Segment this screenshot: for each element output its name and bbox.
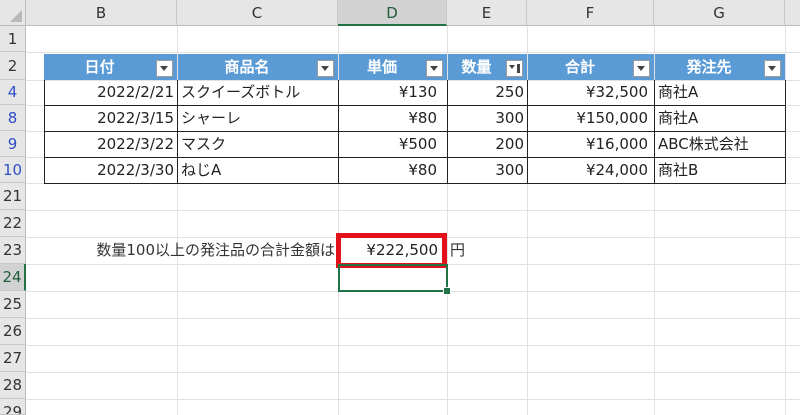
column-header-c[interactable]: C [177,0,338,26]
dropdown-arrow-icon [509,65,515,69]
cell-total[interactable]: ¥16,000 [528,131,654,157]
filter-dropdown-button[interactable] [764,60,781,77]
table-header-label: 商品名 [224,58,270,76]
table-header-product[interactable]: 商品名 [178,54,338,80]
cell-unit-price[interactable]: ¥130 [339,80,447,105]
table-header-total[interactable]: 合計 [528,54,654,80]
table-header-label: 日付 [84,58,115,76]
cell-supplier[interactable]: 商社A [655,80,785,105]
cell-unit-price[interactable]: ¥500 [339,131,447,157]
cell-supplier[interactable]: 商社A [655,105,785,131]
select-all-triangle-icon [10,10,22,22]
table-header-label: 発注先 [686,58,732,76]
filter-dropdown-button[interactable] [426,60,443,77]
gridline [26,52,800,53]
column-header-b[interactable]: B [26,0,177,26]
cell-total[interactable]: ¥150,000 [528,105,654,131]
table-header-unit-price[interactable]: 単価 [339,54,447,80]
cell-supplier[interactable]: 商社B [655,157,785,183]
filter-dropdown-button[interactable] [156,60,173,77]
row-header-filtered[interactable]: 10 [0,157,26,183]
active-cell-selection[interactable] [338,264,448,292]
row-header-filtered[interactable]: 9 [0,131,26,157]
row-header-filtered[interactable]: 4 [0,80,26,105]
dropdown-arrow-icon [160,66,168,71]
cell-product[interactable]: スクイーズボトル [178,80,338,105]
row-header[interactable]: 27 [0,345,26,372]
row-header[interactable]: 22 [0,210,26,237]
cell-product[interactable]: マスク [178,131,338,157]
row-header-filtered[interactable]: 8 [0,105,26,131]
dropdown-arrow-icon [637,66,645,71]
table-header-label: 数量 [461,58,492,76]
row-header-active[interactable]: 24 [0,264,26,291]
cell-total[interactable]: ¥32,500 [528,80,654,105]
summary-unit[interactable]: 円 [450,237,480,264]
table-header-date[interactable]: 日付 [44,54,177,80]
cell-quantity[interactable]: 300 [448,105,527,131]
cell-date[interactable]: 2022/3/30 [44,157,177,183]
summary-label[interactable]: 数量100以上の発注品の合計金額は [44,237,338,264]
select-all-corner[interactable] [0,0,26,26]
cell-date[interactable]: 2022/3/15 [44,105,177,131]
cell-unit-price[interactable]: ¥80 [339,105,447,131]
table-header-supplier[interactable]: 発注先 [655,54,785,80]
row-header[interactable]: 2 [0,52,26,80]
row-header[interactable]: 23 [0,237,26,264]
table-header-label: 単価 [366,58,397,76]
row-header[interactable]: 21 [0,183,26,210]
column-header-f[interactable]: F [527,0,654,26]
gridline [26,210,800,211]
row-header[interactable]: 26 [0,318,26,345]
cell-unit-price[interactable]: ¥80 [339,157,447,183]
row-header[interactable]: 29 [0,399,26,415]
spreadsheet-grid[interactable]: B C D E F G 1 2 4 8 9 10 21 22 23 24 25 … [0,0,800,415]
filter-dropdown-button[interactable] [317,60,334,77]
row-header[interactable]: 28 [0,372,26,399]
row-header[interactable]: 1 [0,26,26,52]
cell-product[interactable]: ねじA [178,157,338,183]
cell-total[interactable]: ¥24,000 [528,157,654,183]
cell-quantity[interactable]: 300 [448,157,527,183]
gridline [26,345,800,346]
column-header-d[interactable]: D [338,0,447,26]
active-filter-button[interactable] [506,60,523,77]
cell-quantity[interactable]: 200 [448,131,527,157]
filter-funnel-icon [517,64,520,73]
gridline [26,399,800,400]
table-header-label: 合計 [564,58,595,76]
cell-date[interactable]: 2022/2/21 [44,80,177,105]
cell-date[interactable]: 2022/3/22 [44,131,177,157]
column-header-e[interactable]: E [447,0,527,26]
table-border [785,80,786,184]
cell-product[interactable]: シャーレ [178,105,338,131]
column-header-g[interactable]: G [654,0,785,26]
cell-supplier[interactable]: ABC株式会社 [655,131,785,157]
dropdown-arrow-icon [768,66,776,71]
dropdown-arrow-icon [430,66,438,71]
column-header-h[interactable] [785,0,800,26]
cell-quantity[interactable]: 250 [448,80,527,105]
filter-dropdown-button[interactable] [633,60,650,77]
row-header[interactable]: 25 [0,291,26,318]
dropdown-arrow-icon [321,66,329,71]
table-border [44,183,786,184]
summary-total-value[interactable]: ¥222,500 [339,237,440,264]
gridline [26,318,800,319]
table-header-quantity[interactable]: 数量 [448,54,527,80]
fill-handle[interactable] [443,287,451,295]
gridline [26,372,800,373]
